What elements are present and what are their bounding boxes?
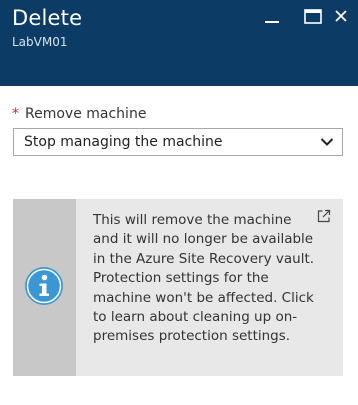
remove-machine-dropdown[interactable]: Stop managing the machine [13,128,343,156]
maximize-icon [304,9,322,24]
info-icon [25,267,63,305]
minimize-button[interactable] [260,4,286,30]
info-message-text: This will remove the machine and it will… [93,212,315,345]
close-button[interactable] [334,4,358,30]
required-marker: * [12,106,19,122]
remove-machine-label: * Remove machine [12,104,146,124]
info-stripe [13,199,76,376]
remove-machine-selected-value: Stop managing the machine [24,134,223,150]
blade-title: Delete [12,6,83,30]
blade-header: Delete LabVM01 [0,0,358,86]
close-icon [335,10,347,22]
chevron-down-icon [320,138,334,146]
blade-subtitle: LabVM01 [12,35,68,49]
maximize-button[interactable] [302,4,328,30]
remove-machine-label-text: Remove machine [25,106,147,122]
info-message-box[interactable]: This will remove the machine and it will… [13,199,343,376]
external-link-icon[interactable] [317,209,331,223]
minimize-icon [265,21,279,23]
